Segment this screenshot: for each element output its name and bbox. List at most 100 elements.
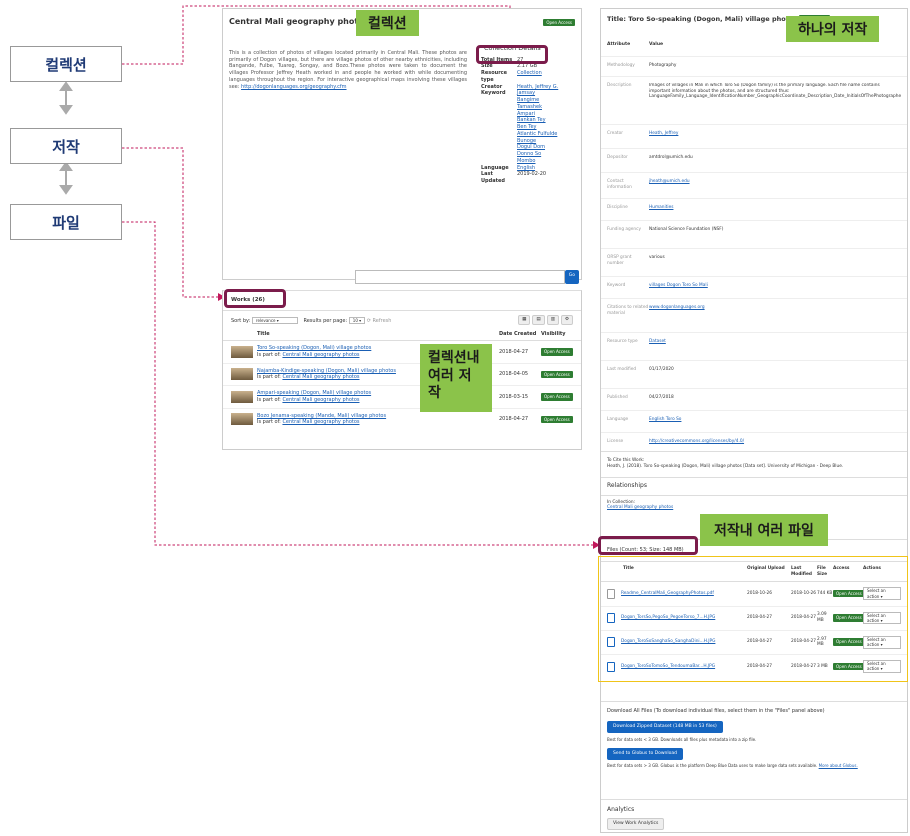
collection-box-label: 컬렉션 — [45, 55, 87, 74]
tag-collection: 컬렉션 — [356, 10, 419, 36]
detail-key: Language — [481, 164, 509, 171]
view-toggle[interactable]: ▦ ▤ ▥ ⚙ — [518, 315, 573, 326]
resource-type-link[interactable]: Collection — [517, 70, 542, 76]
collection-access-badge: Open Access — [543, 18, 575, 27]
attr-key: Contact information — [607, 178, 632, 190]
attr-key: Methodology — [607, 62, 635, 68]
file-box-label: 파일 — [52, 213, 80, 232]
attr-value: National Science Foundation (NSF) — [649, 226, 724, 232]
parent-collection-link[interactable]: Central Mali geography photos — [282, 374, 359, 380]
download-zip-button[interactable]: Download Zipped Dataset (148 MB in 53 fi… — [607, 720, 723, 733]
work-thumbnail[interactable] — [231, 345, 253, 358]
work-title-link[interactable]: Najamba-Kindige-speaking (Dogon, Mali) v… — [257, 368, 396, 374]
attr-key: Language — [607, 416, 629, 422]
creator-link[interactable]: Heath, Jeffrey — [649, 131, 901, 142]
work-date: 2018-03-15 — [499, 393, 529, 400]
work-title-link[interactable]: Bozo Jenama-speaking (Mande, Mali) villa… — [257, 413, 386, 419]
analytics-panel: Analytics View Work Analytics — [601, 799, 907, 836]
sort-label: Sort by: — [231, 317, 251, 324]
work-thumbnail[interactable] — [231, 390, 253, 403]
value-header: Value — [649, 41, 664, 47]
globus-link[interactable]: More about Globus. — [819, 763, 858, 768]
files-header-highlight — [598, 536, 698, 555]
globus-button[interactable]: Send to Globus to Download — [607, 748, 684, 761]
attr-key: Resource type — [607, 338, 638, 344]
detail-value: 2.17 GB — [517, 63, 538, 70]
cite-text: Heath, J. (2018). Toro So-speaking (Dogo… — [607, 463, 844, 469]
keyword-link[interactable]: Dogul Dom — [517, 144, 545, 150]
files-table-highlight — [598, 556, 908, 682]
attr-header: Attribute — [607, 41, 631, 47]
keyword-links[interactable]: villages Dogon Toro So Mali — [649, 283, 901, 292]
refresh-button[interactable]: ⟳ Refresh — [367, 318, 392, 324]
collection-box: 컬렉션 — [10, 46, 122, 82]
attr-key: License — [607, 438, 624, 444]
work-title-link[interactable]: Toro So-speaking (Dogon, Mali) village p… — [257, 345, 371, 351]
contact-link[interactable]: jheath@umich.edu — [649, 179, 901, 192]
search-go-button[interactable]: Go — [564, 270, 579, 284]
grid-view-icon[interactable]: ▦ — [518, 315, 531, 326]
parent-collection-link[interactable]: Central Mali geography photos — [282, 397, 359, 403]
visibility-badge: Open Access — [541, 348, 573, 356]
keyword-link[interactable]: Bunoge — [517, 138, 536, 144]
keyword-link[interactable]: Mombo — [517, 158, 535, 164]
analytics-title: Analytics — [607, 806, 635, 813]
in-collection-link[interactable]: Central Mali geography photos — [607, 505, 673, 510]
citation-link[interactable]: www.dogonlanguages.org — [649, 305, 901, 326]
collection-description-link[interactable]: http://dogonlanguages.org/geography.cfm — [241, 84, 346, 90]
works-list-screenshot: Works (26) Sort by: relevance ▾ Results … — [222, 290, 582, 450]
sort-select[interactable]: relevance ▾ — [251, 316, 298, 324]
work-row: Ampari-speaking (Dogon, Mali) village ph… — [223, 386, 581, 409]
attr-key: Last modified — [607, 366, 637, 372]
language-link[interactable]: English — [517, 165, 535, 171]
rpp-select[interactable]: 10 ▾ — [348, 316, 366, 324]
work-page-screenshot: Title: Toro So-speaking (Dogon, Mali) vi… — [600, 8, 908, 833]
masonry-view-icon[interactable]: ▥ — [546, 315, 559, 326]
collection-search-input[interactable] — [355, 270, 565, 284]
license-link[interactable]: http://creativecommons.org/licenses/by/4… — [649, 439, 901, 445]
work-row: Najamba-Kindige-speaking (Dogon, Mali) v… — [223, 364, 581, 387]
work-thumbnail[interactable] — [231, 413, 253, 426]
attr-key: Discipline — [607, 204, 628, 210]
settings-icon[interactable]: ⚙ — [560, 315, 573, 326]
keyword-link[interactable]: Ampari — [517, 111, 535, 117]
work-title-link[interactable]: Ampari-speaking (Dogon, Mali) village ph… — [257, 390, 371, 396]
keyword-link[interactable]: Bangime — [517, 97, 539, 103]
list-view-icon[interactable]: ▤ — [532, 315, 545, 326]
work-row: Bozo Jenama-speaking (Mande, Mali) villa… — [223, 409, 581, 431]
attr-key: Published — [607, 394, 628, 400]
attr-key: Funding agency — [607, 226, 642, 232]
keyword-link[interactable]: Tamashek — [517, 104, 542, 110]
file-box: 파일 — [10, 204, 122, 240]
visibility-badge: Open Access — [541, 415, 573, 423]
visibility-badge: Open Access — [541, 393, 573, 401]
attr-value: Images of villages in Mali in which Toro… — [649, 82, 901, 100]
attr-key: Description — [607, 82, 632, 88]
work-date: 2018-04-05 — [499, 371, 529, 378]
keyword-link[interactable]: Jamsay — [517, 90, 535, 96]
work-thumbnail[interactable] — [231, 368, 253, 381]
relationships-title: Relationships — [607, 482, 647, 490]
creator-link[interactable]: Heath, Jeffrey G. — [517, 84, 558, 90]
globus-note: Best for data sets > 3 GB. Globus is the… — [607, 763, 818, 769]
discipline-link[interactable]: Humanities — [649, 205, 901, 214]
attr-key: ORSP grant number — [607, 254, 632, 266]
language-link[interactable]: English Toro So — [649, 417, 901, 426]
keyword-link[interactable]: Donno So — [517, 151, 541, 157]
analytics-button[interactable]: View Work Analytics — [607, 818, 665, 831]
attr-value: various — [649, 254, 665, 260]
work-date: 2018-04-27 — [499, 348, 529, 355]
parent-collection-link[interactable]: Central Mali geography photos — [282, 419, 359, 425]
detail-key: Last Updated — [481, 171, 505, 185]
keyword-link[interactable]: Atlantic Fulfulde — [517, 131, 557, 137]
keyword-link[interactable]: Bankan Tey — [517, 117, 546, 123]
resource-type-link[interactable]: Dataset — [649, 339, 901, 354]
attr-key: Depositor — [607, 154, 628, 160]
work-title: Title: Toro So-speaking (Dogon, Mali) vi… — [607, 15, 798, 23]
attr-key: Keyword — [607, 282, 626, 288]
download-title: Download All Files (To download individu… — [607, 708, 825, 714]
keyword-link[interactable]: Ben Tey — [517, 124, 537, 130]
work-date: 2018-04-27 — [499, 416, 529, 423]
parent-collection-link[interactable]: Central Mali geography photos — [282, 352, 359, 358]
tag-works-in-collection: 컬렉션내 여러 저작 — [420, 344, 492, 412]
